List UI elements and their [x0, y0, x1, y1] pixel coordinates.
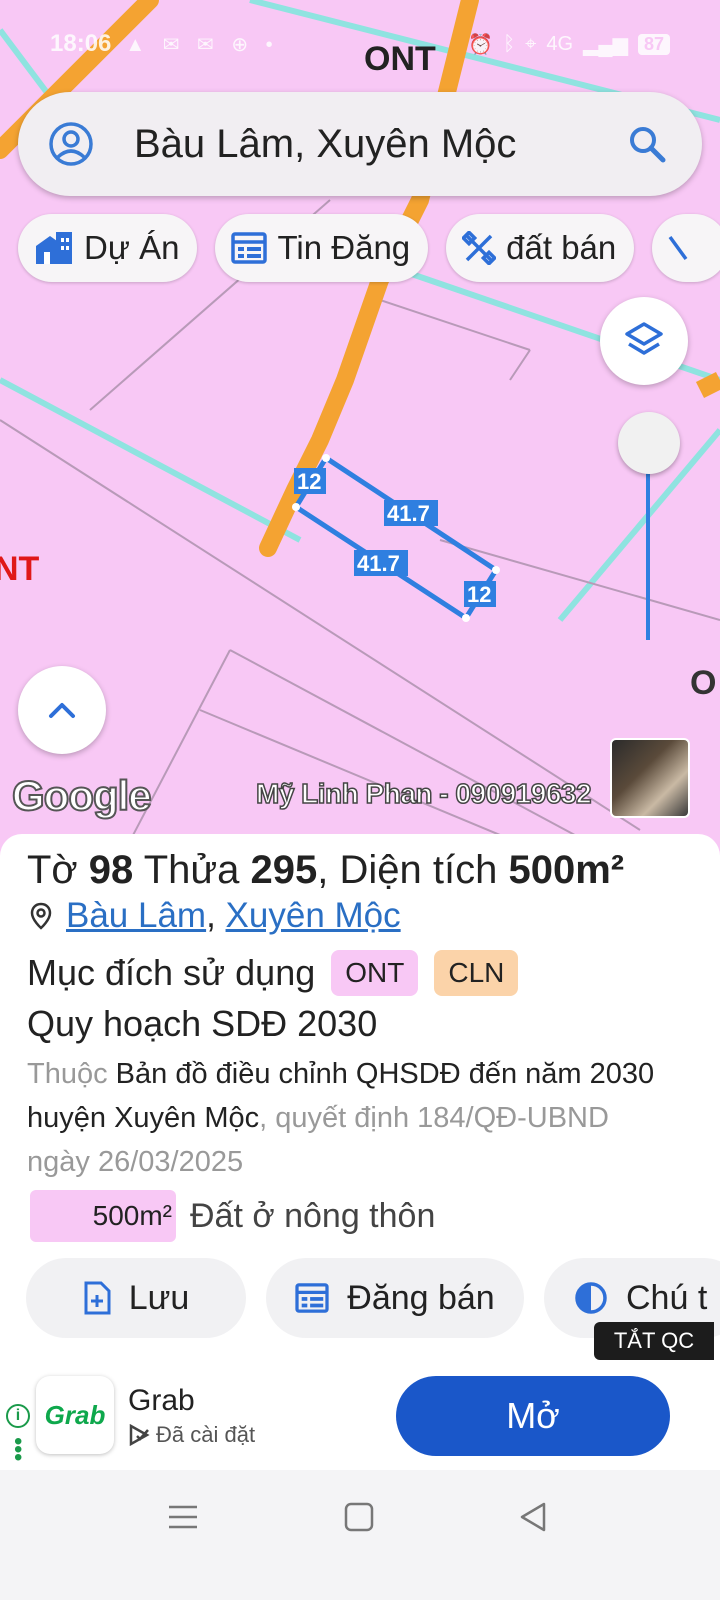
expand-button[interactable] [18, 666, 106, 754]
building-icon [36, 232, 72, 264]
chip-dat-ban[interactable]: đất bán [446, 214, 635, 282]
location-icon: ⌖ [525, 32, 537, 55]
chip-tin-dang[interactable]: Tin Đăng [215, 214, 429, 282]
network-indicator: 4G [546, 32, 574, 55]
zone-area-value: 500m² [30, 1190, 176, 1242]
back-icon[interactable] [516, 1500, 550, 1534]
parcel-dimension-label: 41.7 [357, 551, 400, 576]
chip-du-an[interactable]: Dự Án [18, 214, 198, 282]
ad-status-label: Đã cài đặt [156, 1422, 256, 1447]
lot-label: Thửa [143, 848, 240, 892]
opacity-slider-thumb[interactable] [618, 412, 680, 474]
zone-name: Đất ở nông thôn [190, 1196, 436, 1235]
lot-number: 295 [250, 848, 318, 892]
watermark-text: Mỹ Linh Phan - 090919632 [255, 777, 592, 810]
sheet-number: 98 [88, 848, 134, 892]
save-icon [84, 1281, 111, 1315]
ruler-icon [462, 231, 497, 265]
parcel-dimension-label: 12 [467, 582, 491, 607]
land-use-purpose: Mục đích sử dụng ONT CLN [27, 950, 519, 996]
search-input[interactable]: Bàu Lâm, Xuyên Mộc [134, 122, 626, 167]
ad-open-button[interactable]: Mở [396, 1376, 670, 1456]
post-for-sale-button[interactable]: Đăng bán [266, 1258, 524, 1338]
plan-description: Thuộc Bản đồ điều chỉnh QHSDĐ đến năm 20… [27, 1052, 667, 1184]
area-label: Diện tích [339, 848, 498, 892]
area-value: 500m² [508, 848, 625, 892]
save-label: Lưu [128, 1278, 190, 1317]
contrast-icon [575, 1282, 607, 1314]
parcel-dimension-label: 41.7 [387, 501, 430, 526]
notification-icons: ▲ ✉ ✉ ⊕ • [125, 33, 279, 56]
zone-label: NT [0, 550, 40, 588]
legend-label: Chú t [626, 1278, 708, 1317]
listing-icon [231, 232, 268, 264]
ruler-icon [668, 235, 688, 261]
search-icon[interactable] [626, 123, 668, 165]
listing-icon [295, 1283, 329, 1313]
battery-indicator: 87 [637, 33, 670, 55]
street-view-thumbnail[interactable] [610, 738, 690, 818]
google-attribution: Google [11, 771, 153, 820]
zone-area-row: 500m² Đất ở nông thôn [30, 1190, 435, 1242]
ad-app-name: Grab [128, 1384, 195, 1417]
opacity-slider-track[interactable] [646, 470, 650, 640]
desc-prefix: Thuộc [27, 1058, 108, 1090]
parcel-title: Tờ 98 Thửa 295, Diện tích 500m² [27, 848, 624, 893]
installed-icon [129, 1424, 150, 1446]
chevron-up-icon [49, 703, 75, 718]
account-icon[interactable] [48, 121, 94, 167]
ad-install-status: Đã cài đặt [128, 1422, 255, 1448]
location-pin-icon [30, 902, 52, 930]
purpose-label: Mục đích sử dụng [27, 952, 316, 993]
menu-icon[interactable] [166, 1500, 200, 1534]
parcel-location: Bàu Lâm, Xuyên Mộc [30, 896, 401, 936]
bluetooth-icon: ᛒ [503, 32, 516, 55]
status-time: 18:06 [50, 30, 112, 57]
system-nav-bar [0, 1470, 720, 1600]
map-view[interactable]: 12 41.7 41.7 12 ONT NT O 18:06 ▲ ✉ ✉ ⊕ •… [0, 0, 720, 860]
land-use-tag[interactable]: CLN [434, 950, 519, 996]
signal-icon: ▂▄▆ [583, 33, 628, 56]
title-comma: , [317, 848, 329, 892]
district-link[interactable]: Xuyên Mộc [226, 896, 401, 935]
grab-logo[interactable]: Grab [36, 1376, 114, 1454]
chip-label: Tin Đăng [277, 229, 411, 266]
filter-chips: Dự Án Tin Đăng đất bán [18, 214, 720, 282]
layers-icon [625, 322, 663, 355]
post-for-sale-label: Đăng bán [347, 1278, 495, 1317]
search-bar[interactable]: Bàu Lâm, Xuyên Mộc [18, 92, 702, 196]
home-icon[interactable] [342, 1500, 376, 1534]
plan-title: Quy hoạch SDĐ 2030 [27, 1003, 378, 1044]
chip-label: Dự Án [84, 229, 180, 266]
sheet-label: Tờ [27, 848, 78, 892]
ad-options-icon[interactable]: • • • [14, 1430, 22, 1470]
layers-button[interactable] [600, 297, 688, 385]
land-use-tag[interactable]: ONT [331, 950, 419, 996]
close-ad-button[interactable]: TẮT QC [594, 1322, 714, 1360]
chip-more[interactable] [652, 214, 720, 282]
parcel-dimension-label: 12 [297, 469, 321, 494]
commune-link[interactable]: Bàu Lâm [66, 896, 206, 935]
status-bar: 18:06 ▲ ✉ ✉ ⊕ • ⏰ ᛒ ⌖ 4G ▂▄▆ 87 [50, 24, 670, 64]
save-button[interactable]: Lưu [26, 1258, 246, 1338]
chip-label: đất bán [506, 229, 617, 266]
ad-info-icon[interactable]: i [6, 1404, 30, 1428]
zone-label: O [690, 664, 717, 702]
alarm-icon: ⏰ [468, 33, 494, 56]
location-comma: , [206, 896, 226, 935]
